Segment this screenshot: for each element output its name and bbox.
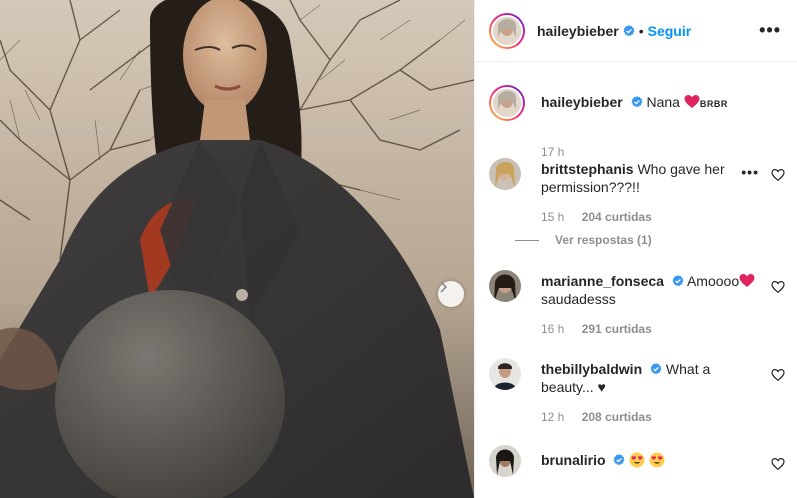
- heart-eyes-emoji-icon: [649, 452, 665, 468]
- caption-text: haileybieber Nana BRBR: [541, 93, 781, 113]
- comment-time[interactable]: 12 h: [541, 410, 564, 424]
- comment-text: thebillybaldwin What a beauty... ♥: [541, 360, 721, 396]
- comment-text: marianne_fonseca Amoooo saudadesss: [541, 272, 761, 308]
- more-options-button[interactable]: •••: [759, 20, 781, 41]
- caption-meta: 17 h: [541, 145, 578, 159]
- heart-eyes-emoji-icon: [629, 452, 645, 468]
- comment-avatar[interactable]: [489, 158, 521, 190]
- replies-line: [515, 240, 539, 242]
- avatar-image: [489, 158, 521, 190]
- separator-dot: •: [638, 22, 644, 39]
- comment-body-line2: saudadesss: [541, 291, 616, 307]
- replies-label: Ver respostas (1): [555, 233, 652, 247]
- comment-time[interactable]: 16 h: [541, 322, 564, 336]
- comment-item: thebillybaldwin What a beauty... ♥ 12 h …: [489, 358, 789, 438]
- comment-avatar[interactable]: [489, 270, 521, 302]
- verified-badge-icon: [650, 363, 662, 375]
- comment-item: brunalirio: [489, 445, 789, 485]
- comment-username[interactable]: thebillybaldwin: [541, 361, 642, 377]
- comment-likes[interactable]: 291 curtidas: [582, 322, 652, 336]
- avatar-image: [489, 358, 521, 390]
- caption-time[interactable]: 17 h: [541, 145, 564, 159]
- comment-meta: 16 h 291 curtidas: [541, 322, 652, 336]
- comment-text: brunalirio: [541, 451, 741, 469]
- avatar-image: [493, 89, 521, 117]
- comment-likes[interactable]: 208 curtidas: [582, 410, 652, 424]
- comment-body: Amoooo: [686, 273, 740, 289]
- heart-outline-icon[interactable]: [771, 457, 785, 471]
- post-side-panel: haileybieber • Seguir ••• haileybieber N…: [474, 0, 797, 498]
- verified-badge-icon: [631, 96, 643, 108]
- avatar-image: [489, 270, 521, 302]
- comment-meta: 15 h 204 curtidas: [541, 210, 652, 224]
- red-heart-emoji-icon: [684, 95, 700, 108]
- comment-time[interactable]: 15 h: [541, 210, 564, 224]
- heart-outline-icon[interactable]: [771, 368, 785, 382]
- follow-button[interactable]: Seguir: [648, 23, 692, 39]
- comment-text: brittstephanis Who gave her permission??…: [541, 160, 741, 196]
- avatar-image: [493, 16, 521, 45]
- photo-illustration: [0, 0, 474, 498]
- red-heart-emoji-icon: [739, 274, 755, 287]
- comment-options-button[interactable]: •••: [741, 164, 759, 180]
- caption-item: haileybieber Nana BRBR 17 h: [489, 85, 789, 159]
- comment-username[interactable]: brittstephanis: [541, 161, 634, 177]
- avatar-image: [489, 445, 521, 477]
- caption-username[interactable]: haileybieber: [541, 94, 623, 110]
- heart-outline-icon[interactable]: [771, 280, 785, 294]
- post-header: haileybieber • Seguir •••: [475, 0, 797, 62]
- comment-avatar[interactable]: [489, 445, 521, 477]
- comment-likes[interactable]: 204 curtidas: [582, 210, 652, 224]
- avatar[interactable]: [489, 12, 525, 49]
- view-replies-button[interactable]: Ver respostas (1): [515, 233, 652, 247]
- caption-body: Nana: [646, 94, 680, 110]
- caption-tag: BRBR: [699, 99, 728, 109]
- caption-avatar[interactable]: [489, 85, 525, 121]
- instagram-post: haileybieber • Seguir ••• haileybieber N…: [0, 0, 797, 498]
- heart-outline-icon[interactable]: [771, 168, 785, 182]
- comment-item: marianne_fonseca Amoooo saudadesss 16 h …: [489, 270, 789, 350]
- comment-avatar[interactable]: [489, 358, 521, 390]
- verified-badge-icon: [672, 275, 684, 287]
- comment-username[interactable]: brunalirio: [541, 452, 606, 468]
- chevron-right-icon: [440, 281, 448, 293]
- header-username[interactable]: haileybieber: [537, 23, 619, 39]
- next-photo-button[interactable]: [438, 281, 464, 307]
- comment-username[interactable]: marianne_fonseca: [541, 273, 664, 289]
- comment-meta: 12 h 208 curtidas: [541, 410, 652, 424]
- comment-item: brittstephanis Who gave her permission??…: [489, 158, 789, 248]
- verified-badge-icon: [613, 454, 625, 466]
- post-photo[interactable]: [0, 0, 474, 498]
- verified-badge-icon: [623, 24, 635, 36]
